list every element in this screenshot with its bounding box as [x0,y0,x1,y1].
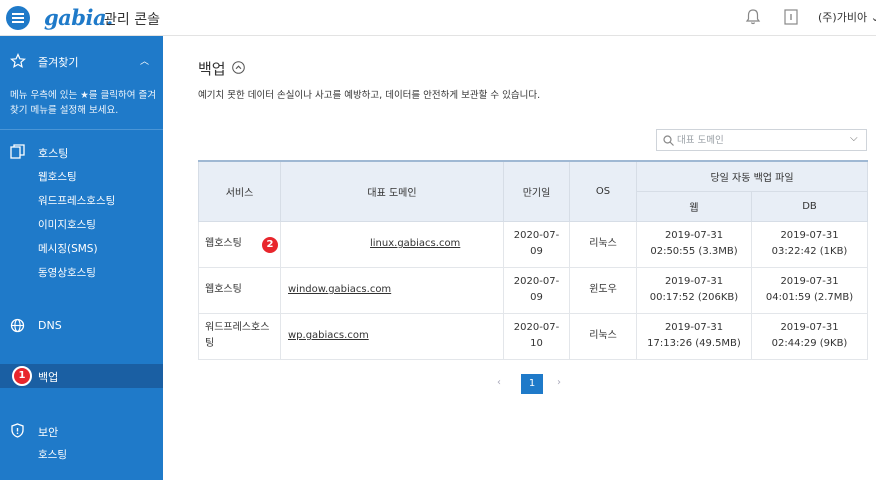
column-header-db: DB [750,190,869,222]
column-header-domain: 대표 도메인 [280,160,504,222]
sidebar-item-video-hosting[interactable]: 동영상호스팅 [38,265,96,280]
menu-icon[interactable] [6,6,30,30]
chevron-down-icon[interactable]: ⌵ [850,133,858,144]
sidebar-group-label: 호스팅 [38,147,69,160]
sidebar: 즐겨찾기 ︿ 메뉴 우측에 있는 ★를 클릭하여 즐겨찾기 메뉴를 설정해 보세… [0,36,163,480]
cell-web-backup[interactable]: 2019-07-31 17:13:26 (49.5MB) [636,312,752,360]
cell-db-backup[interactable]: 2019-07-31 03:22:42 (1KB) [750,220,869,268]
cell-domain: wp.gabiacs.com [280,312,504,360]
divider [0,129,163,130]
column-header-web: 웹 [636,190,752,222]
sidebar-item-wordpress-hosting[interactable]: 워드프레스호스팅 [38,193,115,208]
column-header-expiry: 만기일 [503,160,570,222]
cell-expiry: 2020-07- 10 [503,312,570,360]
sidebar-item-messaging[interactable]: 메시징(SMS) [38,241,98,256]
top-bar: gabia. 관리 콘솔 (주)가비아 ⌄ [0,0,876,36]
server-icon [10,144,25,159]
bell-icon[interactable] [744,8,762,26]
backup-time: 02:50:55 (3.3MB) [650,246,738,257]
backup-date: 2019-07-31 [664,230,724,241]
backup-time: 17:13:26 (49.5MB) [647,338,741,349]
pagination: ‹ 1 › [0,374,876,394]
expiry-day: 09 [530,246,543,257]
backup-time: 02:44:29 (9KB) [771,338,848,349]
cell-service: 웹호스팅 [198,266,281,314]
shield-icon [11,423,24,438]
column-header-os: OS [569,160,637,222]
sidebar-group-label: 보안 [38,426,59,439]
cell-domain: linux.gabiacs.com [280,220,504,268]
backup-date: 2019-07-31 [780,230,839,241]
step-badge-2: 2 [260,235,280,255]
cell-expiry: 2020-07- 09 [503,266,570,314]
backup-date: 2019-07-31 [780,322,839,333]
expiry-day: 09 [530,292,543,303]
chevron-down-icon: ⌄ [870,11,876,24]
sidebar-favorites-header[interactable]: 즐겨찾기 ︿ [0,50,163,72]
domain-search-select[interactable]: ⌵ [656,129,867,151]
backup-time: 00:17:52 (206KB) [649,292,739,303]
cell-web-backup[interactable]: 2019-07-31 00:17:52 (206KB) [636,266,752,314]
sidebar-item-security-hosting[interactable]: 호스팅 [38,447,67,462]
chevron-up-icon[interactable] [232,61,245,74]
pagination-prev[interactable]: ‹ [497,377,501,388]
cell-os: 리눅스 [569,312,637,360]
globe-icon [10,318,25,333]
domain-link[interactable]: linux.gabiacs.com [370,238,460,249]
cell-os: 리눅스 [569,220,637,268]
expiry-date: 2020-07- [513,322,560,333]
table-row: 웹호스팅 window.gabiacs.com 2020-07- 09 윈도우 2… [198,266,869,314]
cell-expiry: 2020-07- 09 [503,220,570,268]
chevron-up-icon[interactable]: ︿ [140,54,149,67]
sidebar-item-web-hosting[interactable]: 웹호스팅 [38,169,77,184]
page-title: 백업 [198,60,226,78]
cell-db-backup[interactable]: 2019-07-31 02:44:29 (9KB) [750,312,869,360]
gabia-logo[interactable]: gabia. [44,5,113,30]
expiry-day: 10 [530,338,543,349]
cell-web-backup[interactable]: 2019-07-31 02:50:55 (3.3MB) [636,220,752,268]
backup-time: 03:22:42 (1KB) [771,246,848,257]
page-description: 예기치 못한 데이터 손실이나 사고를 예방하고, 데이터를 안전하게 보관할 … [198,90,541,101]
account-menu[interactable]: (주)가비아 ⌄ [818,9,876,25]
service-name-line: 팅 [205,338,215,349]
favorites-description: 메뉴 우측에 있는 ★를 클릭하여 즐겨찾기 메뉴를 설정해 보세요. [10,90,156,116]
pagination-next[interactable]: › [557,377,561,388]
sidebar-item-label: DNS [38,319,62,332]
backup-table: 서비스 대표 도메인 만기일 OS 당일 자동 백업 파일 웹 DB 웹호스팅 … [198,160,869,360]
table-row: 워드프레스호스팅 wp.gabiacs.com 2020-07- 10 리눅스 2… [198,312,869,360]
sidebar-favorites-label: 즐겨찾기 [38,56,79,69]
star-icon [10,53,26,69]
column-header-backup-files: 당일 자동 백업 파일 [635,160,869,192]
table-row: 웹호스팅 linux.gabiacs.com 2020-07- 09 리눅스 20… [198,220,869,268]
app-title: 관리 콘솔 [104,12,160,28]
domain-link[interactable]: window.gabiacs.com [288,284,391,295]
cell-domain: window.gabiacs.com [280,266,504,314]
column-header-service: 서비스 [198,160,281,222]
cell-os: 윈도우 [569,266,637,314]
cell-db-backup[interactable]: 2019-07-31 04:01:59 (2.7MB) [750,266,869,314]
pagination-page-current[interactable]: 1 [521,374,543,394]
backup-date: 2019-07-31 [664,322,724,333]
account-name: (주)가비아 [818,11,868,24]
expiry-date: 2020-07- [513,230,560,241]
document-icon[interactable] [782,8,800,26]
expiry-date: 2020-07- [513,276,560,287]
domain-link[interactable]: wp.gabiacs.com [288,330,369,341]
backup-date: 2019-07-31 [664,276,724,287]
service-name-line: 워드프레스호스 [205,322,270,333]
search-icon [663,135,674,146]
domain-search-input[interactable] [677,132,847,148]
sidebar-item-image-hosting[interactable]: 이미지호스팅 [38,217,96,232]
cell-service: 워드프레스호스팅 [198,312,281,360]
backup-date: 2019-07-31 [780,276,839,287]
backup-time: 04:01:59 (2.7MB) [765,292,854,303]
